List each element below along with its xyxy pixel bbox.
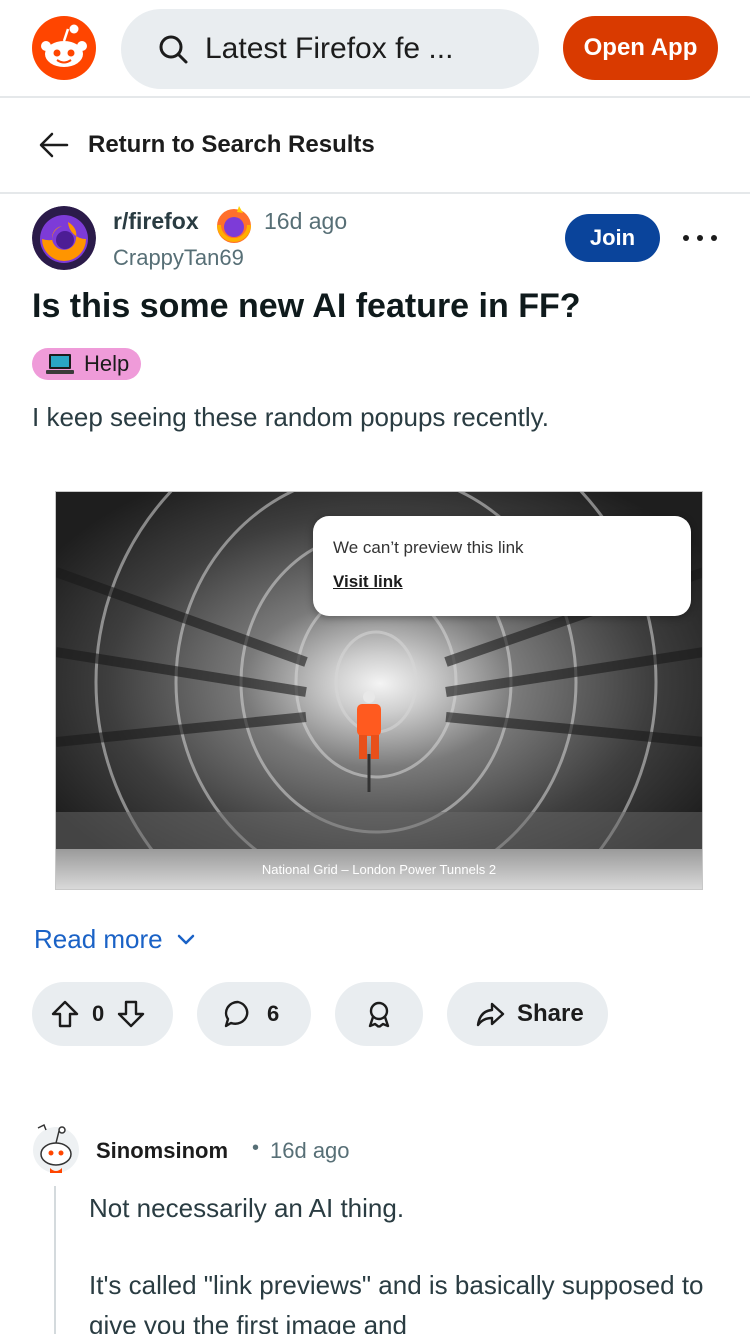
downvote-icon[interactable] xyxy=(116,999,146,1029)
post-image[interactable]: We can’t preview this link Visit link Na… xyxy=(55,491,703,890)
commenter-avatar[interactable] xyxy=(32,1122,80,1174)
comment-time: 16d ago xyxy=(270,1138,350,1163)
comments-count: 6 xyxy=(267,1001,280,1026)
subreddit-avatar[interactable] xyxy=(32,206,96,270)
comment-text-line-2: It's called "link previews" and is basic… xyxy=(89,1270,704,1334)
subreddit-name[interactable]: r/firefox xyxy=(113,208,199,235)
firefox-flair-icon xyxy=(213,203,255,245)
return-to-search-results[interactable]: Return to Search Results xyxy=(0,98,750,194)
arrow-left-icon xyxy=(39,132,69,158)
reddit-snoo-icon[interactable] xyxy=(32,16,96,80)
post-time: 16d ago xyxy=(264,208,348,234)
image-caption-band: National Grid – London Power Tunnels 2 xyxy=(56,849,702,889)
link-preview-popup: We can’t preview this link Visit link xyxy=(313,516,691,616)
top-bar: Latest Firefox fe ... Open App xyxy=(0,0,750,98)
award-icon xyxy=(368,1001,390,1028)
open-app-button[interactable]: Open App xyxy=(563,16,718,80)
vote-count: 0 xyxy=(92,1001,105,1026)
flair-label: Help xyxy=(84,351,130,376)
return-label: Return to Search Results xyxy=(88,131,375,158)
share-button[interactable]: Share xyxy=(447,982,608,1046)
separator-dot: • xyxy=(252,1137,260,1159)
search-icon xyxy=(159,35,188,64)
read-more-button[interactable]: Read more xyxy=(34,924,197,955)
comment-author[interactable]: Sinomsinom xyxy=(96,1138,228,1164)
image-caption: National Grid – London Power Tunnels 2 xyxy=(261,861,497,877)
post-body: I keep seeing these random popups recent… xyxy=(32,402,549,432)
post-flair[interactable]: Help xyxy=(32,348,142,380)
comment-bubble-icon xyxy=(224,1000,249,1028)
join-button[interactable]: Join xyxy=(565,214,660,262)
visit-link[interactable]: Visit link xyxy=(333,572,691,592)
search-bar[interactable]: Latest Firefox fe ... xyxy=(121,9,539,89)
upvote-icon[interactable] xyxy=(50,999,80,1029)
share-label: Share xyxy=(517,1000,584,1027)
read-more-label: Read more xyxy=(34,924,163,954)
comment-thread-line[interactable] xyxy=(54,1186,56,1334)
post-title: Is this some new AI feature in FF? xyxy=(32,287,581,325)
share-icon xyxy=(476,1002,505,1027)
comments-button[interactable]: 6 xyxy=(197,982,311,1046)
award-button[interactable] xyxy=(335,982,423,1046)
search-query-text: Latest Firefox fe ... xyxy=(205,32,454,65)
chevron-down-icon xyxy=(177,934,194,944)
firefox-logo-icon xyxy=(32,206,96,270)
comment-text-line-1: Not necessarily an AI thing. xyxy=(89,1193,405,1223)
more-options-icon[interactable] xyxy=(683,222,717,254)
laptop-icon xyxy=(46,354,74,374)
post-author[interactable]: CrappyTan69 xyxy=(113,245,244,271)
vote-bar: 0 xyxy=(32,982,173,1046)
preview-message: We can’t preview this link xyxy=(333,538,524,557)
